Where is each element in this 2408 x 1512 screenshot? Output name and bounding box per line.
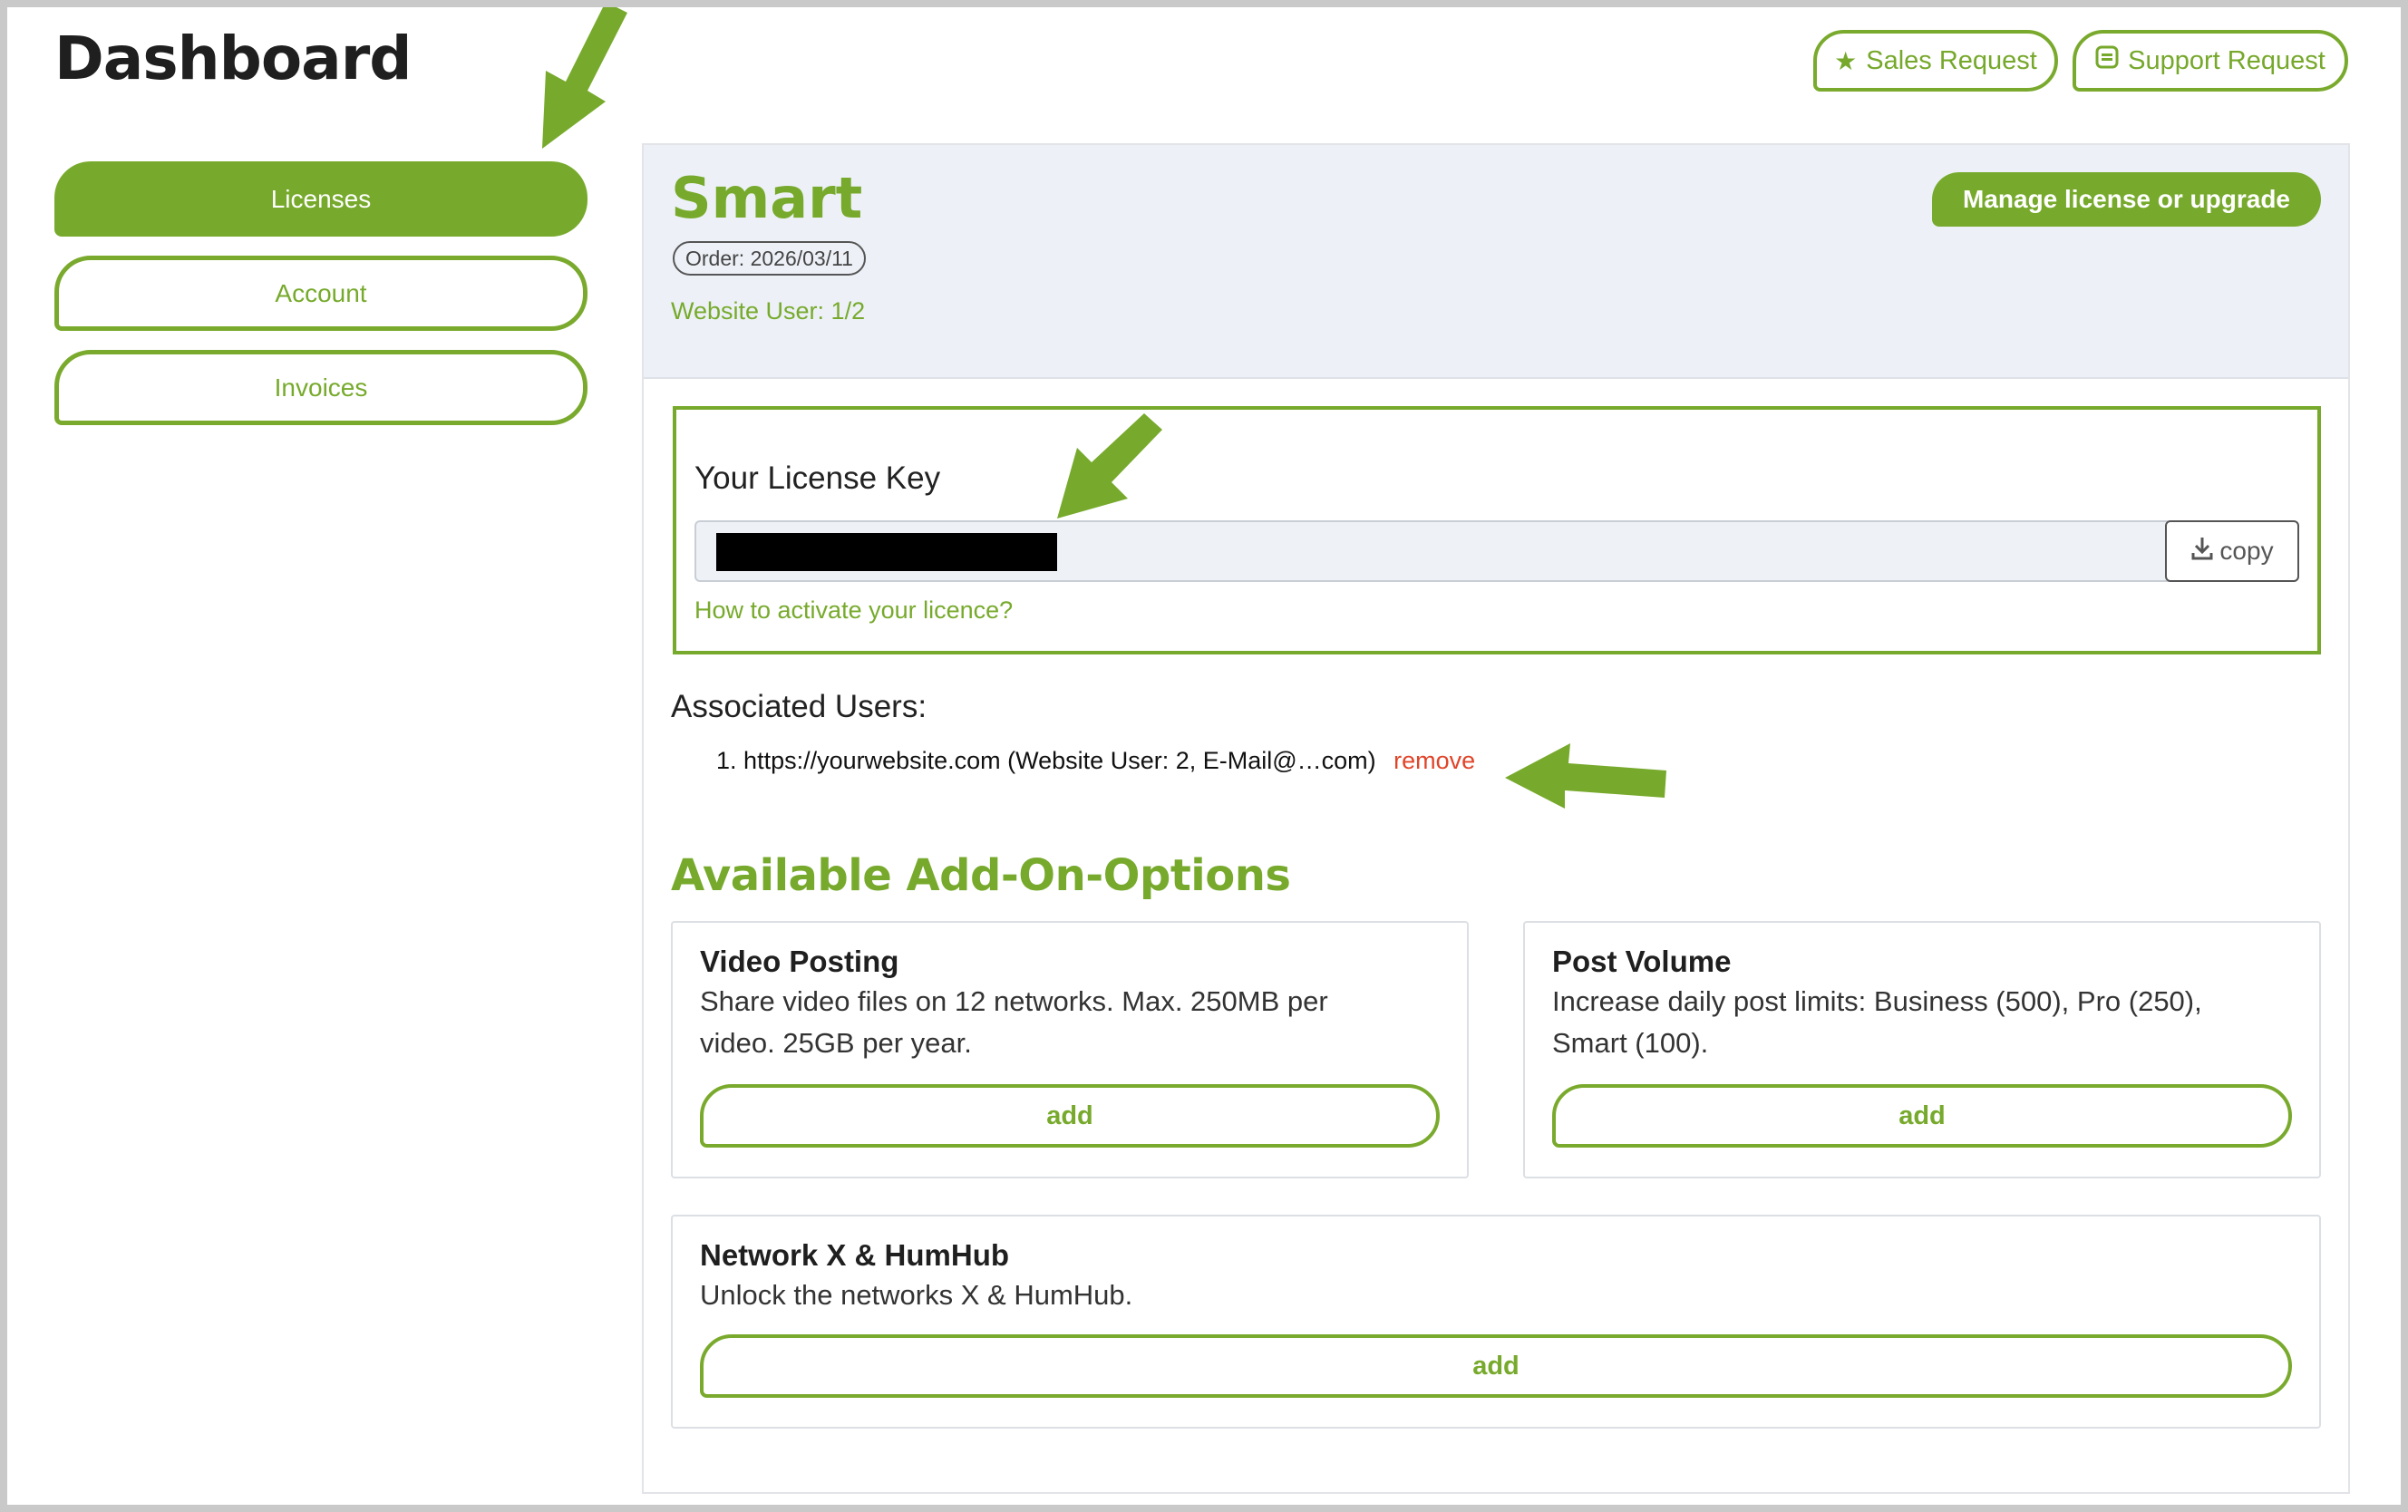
order-badge: Order: 2026/03/11	[673, 241, 866, 276]
addon-desc-line: Unlock the networks X & HumHub.	[700, 1279, 1133, 1311]
annotation-arrow-icon	[1057, 413, 1162, 519]
sidebar-item-invoices[interactable]: Invoices	[54, 350, 587, 425]
addon-desc-line: Smart (100).	[1552, 1027, 1709, 1059]
add-post-volume-button[interactable]: add	[1552, 1084, 2292, 1148]
license-key-field[interactable]: copy	[694, 520, 2299, 582]
sidebar-item-licenses[interactable]: Licenses	[54, 161, 587, 237]
chat-icon	[2095, 45, 2119, 76]
addon-desc-line: video. 25GB per year.	[700, 1027, 972, 1059]
addon-card-network-x-humhub: Network X & HumHub Unlock the networks X…	[671, 1215, 2321, 1429]
annotation-arrow-icon	[1505, 743, 1666, 809]
license-panel: Smart Order: 2026/03/11 Website User: 1/…	[642, 143, 2350, 1494]
page-title: Dashboard	[54, 24, 413, 93]
activation-help-link[interactable]: How to activate your licence?	[694, 596, 1013, 625]
addon-description: Increase daily post limits: Business (50…	[1552, 981, 2202, 1064]
copy-button[interactable]: copy	[2165, 520, 2299, 582]
license-key-redacted	[716, 533, 1057, 571]
sales-request-label: Sales Request	[1866, 45, 2037, 75]
plan-name: Smart	[671, 165, 863, 231]
license-header: Smart Order: 2026/03/11 Website User: 1/…	[644, 145, 2348, 379]
list-number: 1.	[716, 747, 737, 774]
sidebar-item-label: Licenses	[270, 184, 372, 213]
associated-user-text: https://yourwebsite.com (Website User: 2…	[743, 747, 1376, 774]
star-icon: ★	[1834, 46, 1858, 75]
add-video-posting-button[interactable]: add	[700, 1084, 1440, 1148]
website-user-count: Website User: 1/2	[671, 297, 866, 325]
addon-card-post-volume: Post Volume Increase daily post limits: …	[1523, 921, 2321, 1178]
annotation-arrow-icon	[542, 7, 627, 149]
download-icon	[2190, 536, 2214, 567]
addon-title: Network X & HumHub	[700, 1238, 1010, 1272]
addon-desc-line: Share video files on 12 networks. Max. 2…	[700, 985, 1328, 1017]
support-request-button[interactable]: Support Request	[2073, 30, 2348, 92]
sales-request-button[interactable]: ★ Sales Request	[1813, 30, 2058, 92]
addons-title: Available Add-On-Options	[671, 850, 1291, 901]
add-network-x-humhub-button[interactable]: add	[700, 1334, 2292, 1398]
addon-card-video-posting: Video Posting Share video files on 12 ne…	[671, 921, 1469, 1178]
sidebar-item-account[interactable]: Account	[54, 256, 587, 331]
license-key-label: Your License Key	[694, 460, 941, 496]
addon-title: Video Posting	[700, 945, 899, 978]
license-key-box: Your License Key copy How to activate yo…	[673, 406, 2321, 654]
addon-description: Share video files on 12 networks. Max. 2…	[700, 981, 1328, 1064]
support-request-label: Support Request	[2128, 45, 2325, 75]
sidebar-item-label: Invoices	[274, 373, 368, 402]
associated-user-item: 1. https://yourwebsite.com (Website User…	[716, 747, 1475, 775]
addon-title: Post Volume	[1552, 945, 1732, 978]
sidebar-item-label: Account	[275, 278, 367, 307]
associated-users-title: Associated Users:	[671, 689, 927, 724]
addon-desc-line: Increase daily post limits: Business (50…	[1552, 985, 2202, 1017]
addon-description: Unlock the networks X & HumHub.	[700, 1275, 1132, 1316]
manage-license-button[interactable]: Manage license or upgrade	[1932, 172, 2321, 227]
copy-label: copy	[2219, 537, 2274, 565]
remove-user-link[interactable]: remove	[1393, 747, 1475, 774]
